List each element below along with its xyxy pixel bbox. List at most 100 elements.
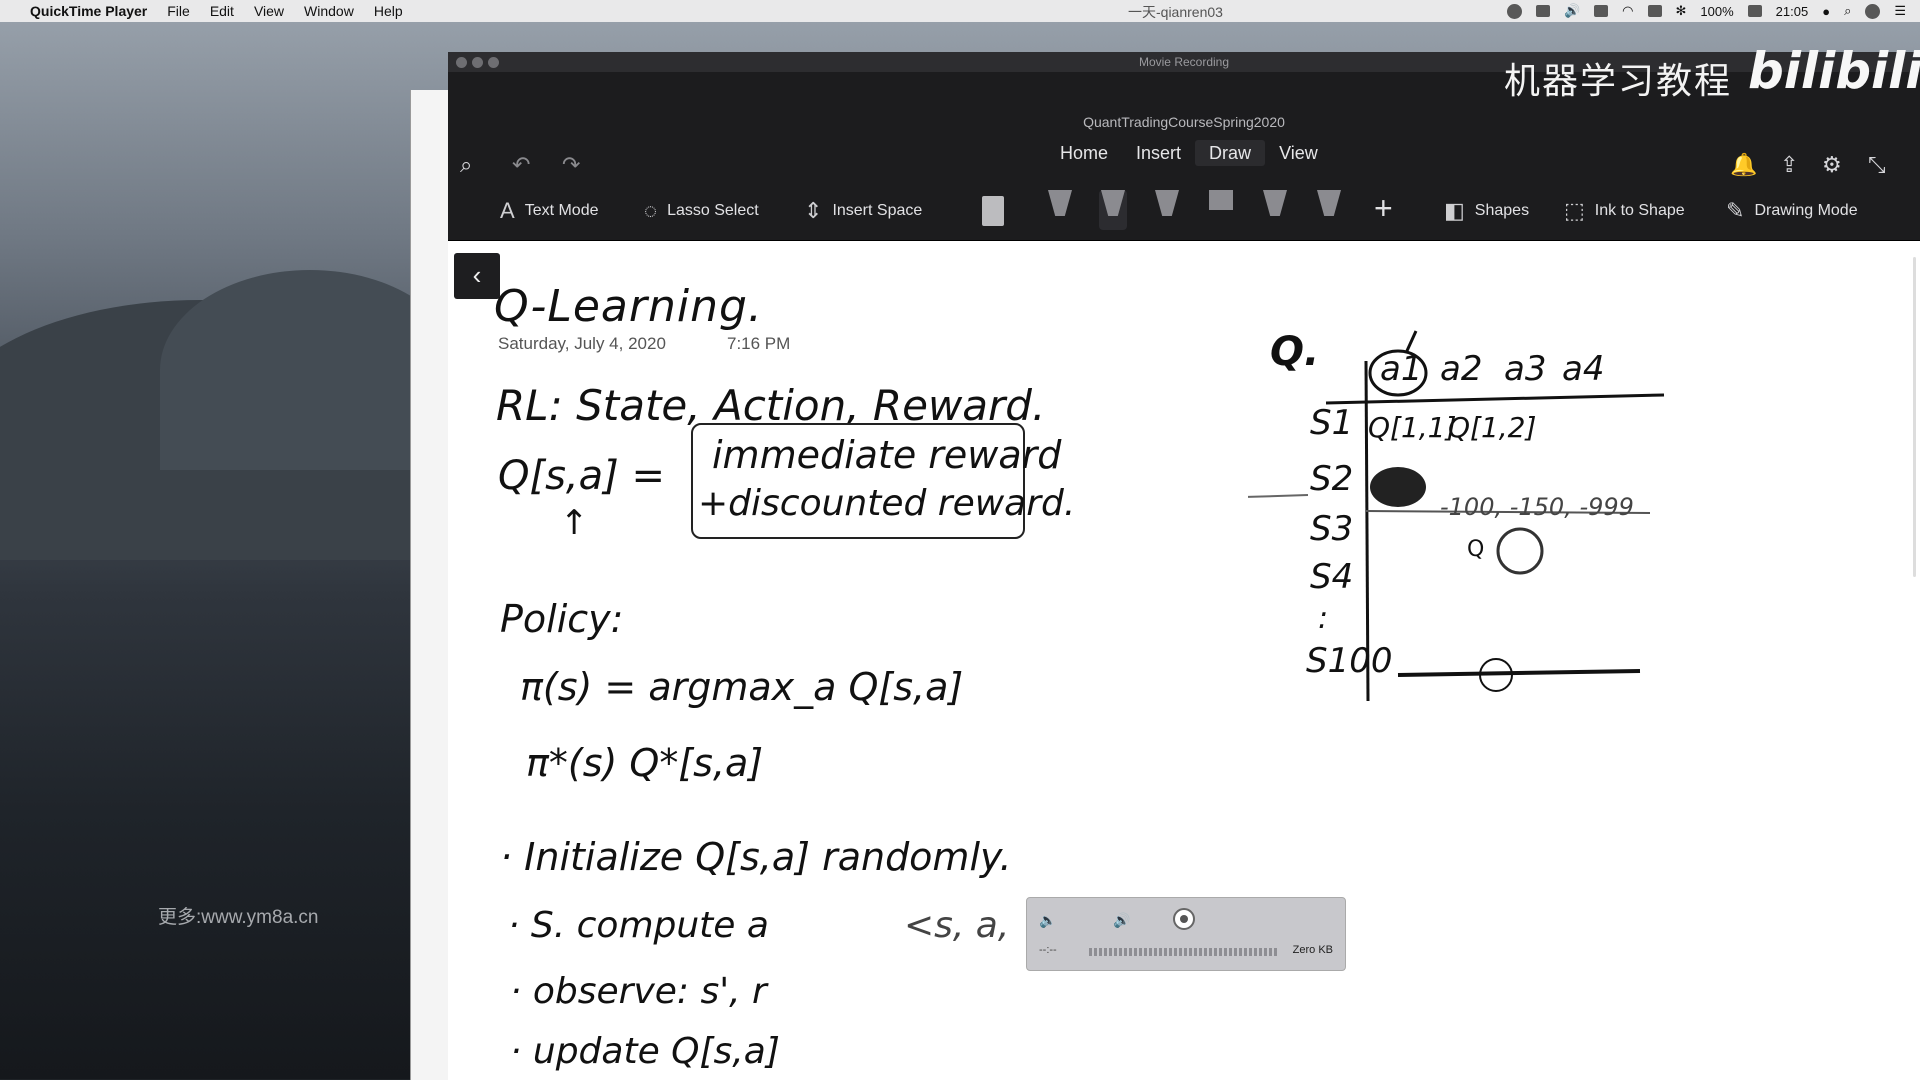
pen-tool[interactable] <box>1153 190 1181 230</box>
tab-view[interactable]: View <box>1265 140 1332 166</box>
share-icon[interactable]: ⇪ <box>1780 152 1798 178</box>
ink-cell-q11: Q[1,1] <box>1368 411 1457 444</box>
ink-row-s2: S2 <box>1310 459 1354 499</box>
shield-icon[interactable] <box>1535 5 1550 17</box>
spotlight-search-icon[interactable]: ⌕ <box>1844 3 1851 19</box>
app-menu[interactable]: QuickTime Player <box>30 3 147 19</box>
ink-update: · update Q[s,a] <box>510 1031 780 1072</box>
input-source-icon[interactable] <box>1647 5 1662 17</box>
search-icon[interactable]: ⌕ <box>460 152 472 178</box>
tab-home[interactable]: Home <box>1046 140 1122 166</box>
lasso-select-label: Lasso Select <box>667 202 759 219</box>
menu-bar: QuickTime Player File Edit View Window H… <box>0 0 1920 22</box>
pen-tool-selected[interactable] <box>1099 190 1127 230</box>
ink-policy: Policy: <box>500 597 624 641</box>
bell-icon[interactable]: 🔔 <box>1730 152 1757 178</box>
tab-draw[interactable]: Draw <box>1195 140 1266 166</box>
redo-icon[interactable]: ↷ <box>562 152 580 178</box>
ink-cell-q12: Q[1,2] <box>1448 411 1537 444</box>
ink-q-definition: Q[s,a] = <box>498 453 665 499</box>
menu-edit[interactable]: Edit <box>210 3 234 19</box>
volume-high-icon: 🔊 <box>1113 912 1131 928</box>
display-icon[interactable] <box>1594 5 1609 17</box>
shapes-icon: ◧ <box>1444 198 1465 223</box>
drawing-mode-button[interactable]: ✎ Drawing Mode <box>1726 198 1858 224</box>
pen-tool[interactable] <box>1046 190 1074 230</box>
lasso-icon: ◌ <box>644 198 658 223</box>
ink-row-ellipsis: : <box>1318 601 1329 636</box>
ink-pi-star: π*(s) Q*[s,a] <box>526 741 764 785</box>
clock[interactable]: 21:05 <box>1776 4 1809 19</box>
siri-icon[interactable] <box>1865 3 1881 19</box>
volume-icon[interactable]: 🔊 <box>1564 3 1580 19</box>
ink-row-s3: S3 <box>1310 509 1354 549</box>
gear-icon[interactable]: ⚙ <box>1822 152 1842 178</box>
ink-circled-q: Q <box>1467 537 1485 562</box>
battery-icon[interactable] <box>1747 5 1762 17</box>
volume-low-icon: 🔈 <box>1039 912 1057 928</box>
desktop-watermark: 更多:www.ym8a.cn <box>158 907 319 928</box>
user-icon[interactable]: ● <box>1822 4 1830 19</box>
notification-center-icon[interactable]: ☰ <box>1894 3 1906 19</box>
text-mode-button[interactable]: A Text Mode <box>500 198 599 224</box>
page-date: Saturday, July 4, 2020 <box>498 334 666 353</box>
shapes-button[interactable]: ◧ Shapes <box>1444 198 1529 224</box>
lasso-select-button[interactable]: ◌ Lasso Select <box>644 198 759 224</box>
ink-initialize: · Initialize Q[s,a] randomly. <box>500 835 1012 879</box>
ink-step-s: · S. compute a <box>508 905 769 946</box>
onenote-window: Movie Recording ⌕ ↶ ↷ 🔔 ⇪ ⚙ ⤡ QuantTradi… <box>448 52 1920 1080</box>
page-scrollbar[interactable] <box>1913 257 1916 577</box>
drawing-mode-icon: ✎ <box>1726 198 1745 223</box>
bluetooth-icon[interactable]: ✻ <box>1676 3 1687 19</box>
ink-row-s100: S100 <box>1306 641 1393 681</box>
overlay-course-title: 机器学习教程 <box>1504 61 1733 102</box>
menu-file[interactable]: File <box>167 3 190 19</box>
pen-tool[interactable] <box>1315 190 1343 230</box>
insert-space-label: Insert Space <box>832 202 923 219</box>
insert-space-button[interactable]: ⇕ Insert Space <box>804 198 922 224</box>
page-time: 7:16 PM <box>727 334 791 353</box>
text-mode-label: Text Mode <box>524 202 599 219</box>
page-title[interactable]: Q-Learning. <box>494 281 763 332</box>
status-area: 🔊 ◠ ✻ 100% 21:05 ● ⌕ ☰ <box>1506 0 1906 22</box>
tab-insert[interactable]: Insert <box>1122 140 1195 166</box>
insert-space-icon: ⇕ <box>804 198 823 223</box>
pen-tool[interactable] <box>1261 190 1289 230</box>
ink-row-s4: S4 <box>1310 557 1354 597</box>
collapse-icon[interactable]: ⤡ <box>1868 152 1886 178</box>
ink-discounted-reward: +discounted reward. <box>698 483 1076 524</box>
text-mode-icon: A <box>500 198 515 223</box>
recording-size: Zero KB <box>1292 944 1333 956</box>
eraser-tool[interactable] <box>982 196 1004 226</box>
menu-help[interactable]: Help <box>374 3 403 19</box>
menu-view[interactable]: View <box>254 3 284 19</box>
ink-to-shape-button[interactable]: ⬚ Ink to Shape <box>1564 198 1685 224</box>
wifi-icon[interactable]: ◠ <box>1622 3 1633 19</box>
ink-immediate-reward: immediate reward <box>712 433 1062 477</box>
ink-pi-equation: π(s) = argmax_a Q[s,a] <box>520 665 964 709</box>
ink-col-a4: a4 <box>1562 349 1605 389</box>
ink-arrow: ↑ <box>560 503 589 543</box>
ink-col-a2: a2 <box>1440 349 1483 389</box>
battery-percent: 100% <box>1700 3 1734 19</box>
ink-tuple: <s, a, <box>904 905 1010 946</box>
audio-level-meter <box>1089 948 1279 956</box>
note-page[interactable]: ‹ Q-Learning. Saturday, July 4, 2020 7:1… <box>448 241 1920 1080</box>
add-pen-button[interactable]: + <box>1374 190 1393 227</box>
ink-col-a3: a3 <box>1504 349 1547 389</box>
ribbon-tabs: Home Insert Draw View <box>1046 140 1332 166</box>
bilibili-logo: bilibili <box>1748 42 1920 100</box>
ink-row3-values: -100, -150, -999 <box>1440 493 1634 521</box>
recording-time: --:-- <box>1039 944 1057 956</box>
notebook-title: QuantTradingCourseSpring2020 <box>1083 114 1285 130</box>
ink-to-shape-icon: ⬚ <box>1564 198 1585 223</box>
undo-icon[interactable]: ↶ <box>512 152 530 178</box>
drawing-mode-label: Drawing Mode <box>1754 202 1858 219</box>
menu-window[interactable]: Window <box>304 3 354 19</box>
record-button[interactable] <box>1173 908 1195 930</box>
draw-ribbon: A Text Mode ◌ Lasso Select ⇕ Insert Spac… <box>448 182 1920 241</box>
recording-control-widget[interactable]: 🔈 🔊 --:-- Zero KB <box>1026 897 1346 971</box>
highlighter-tool[interactable] <box>1207 190 1235 230</box>
status-icon[interactable] <box>1506 3 1522 19</box>
ink-observe: · observe: s', r <box>510 971 767 1012</box>
